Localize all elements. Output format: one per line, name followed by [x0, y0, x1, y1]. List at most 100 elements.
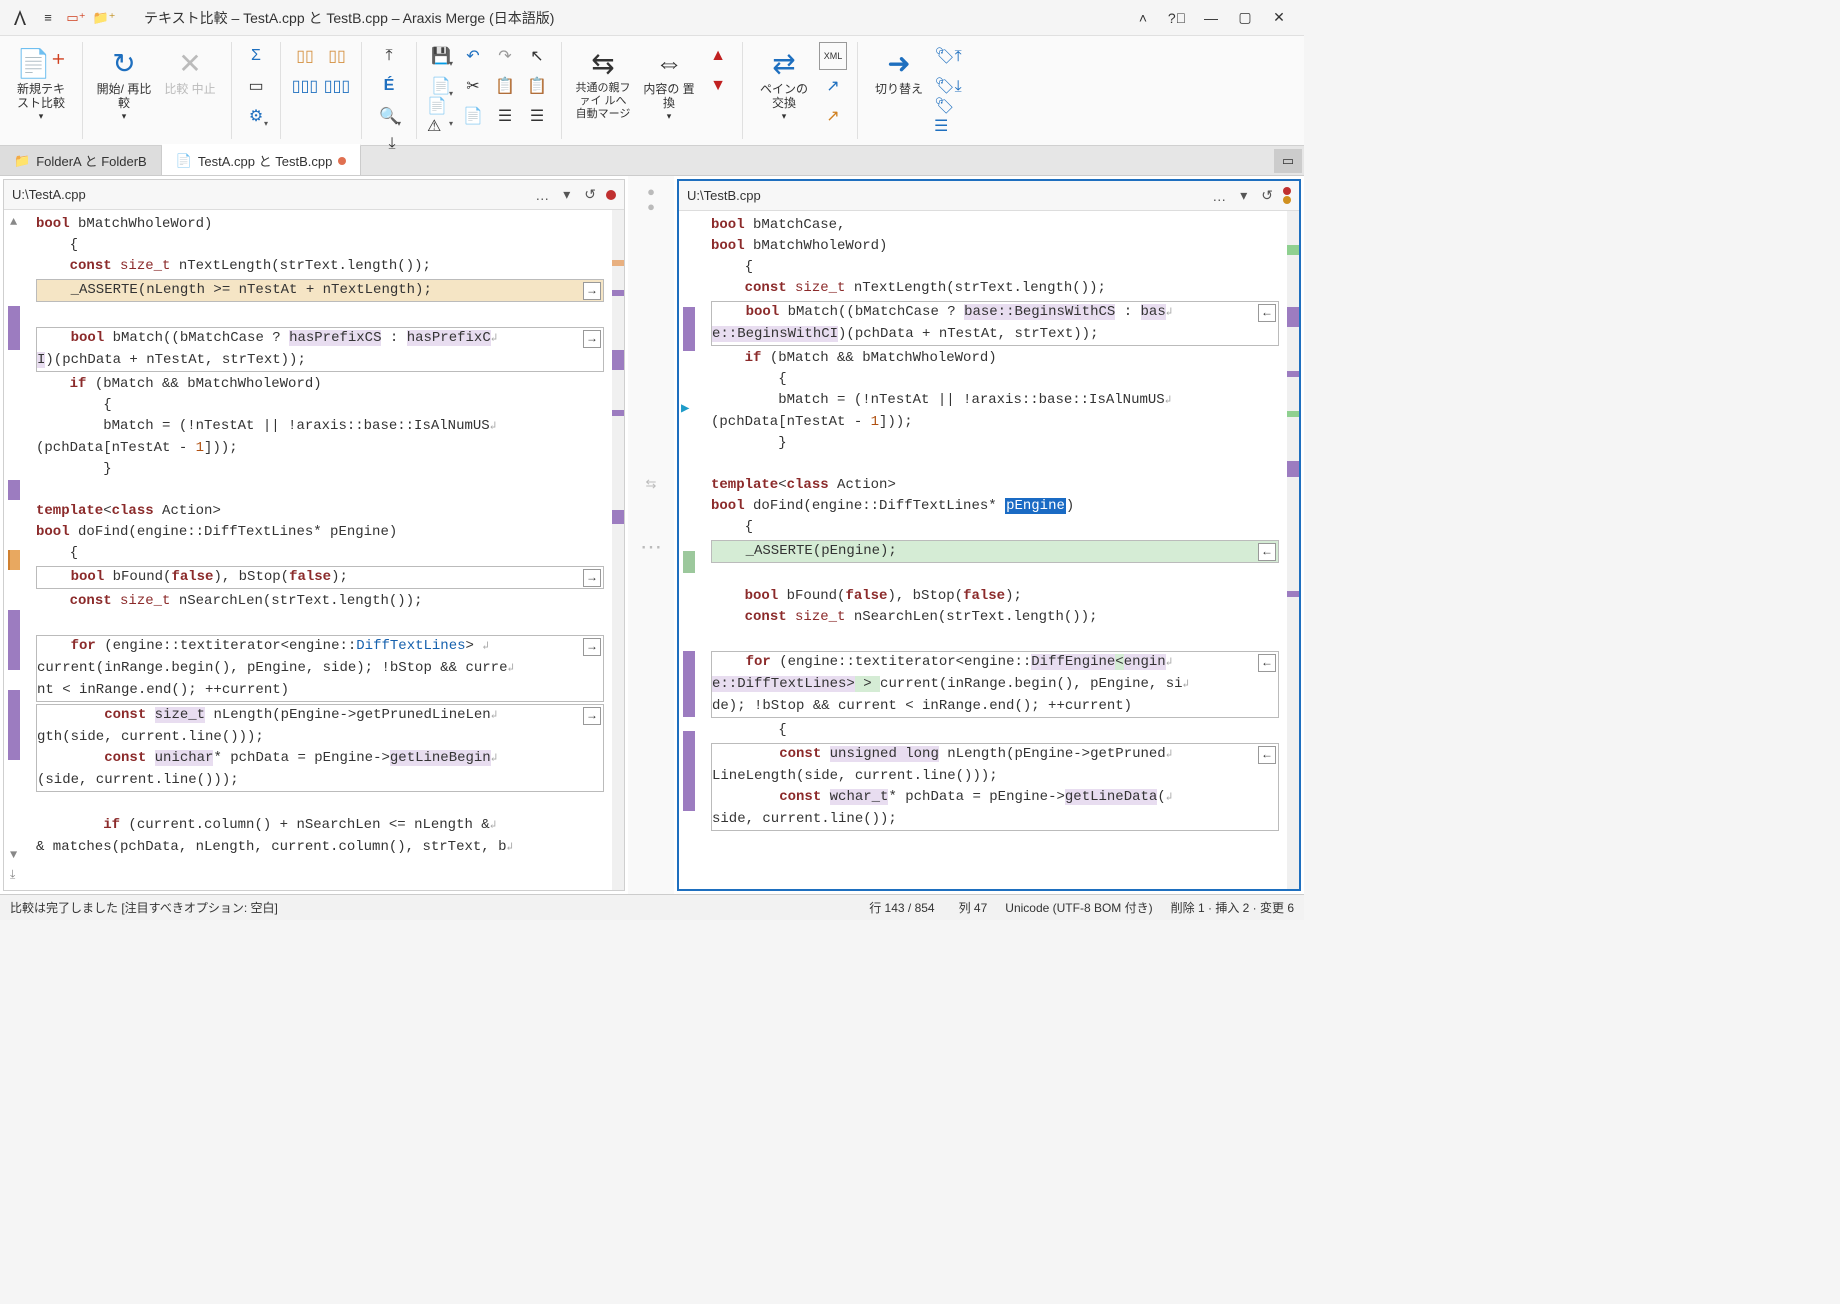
left-code-view[interactable]: ▲ ▼ ⤓ bool bMatchWholeWord) { const size… [4, 210, 624, 890]
modified-dot-icon [338, 157, 346, 165]
switch-button[interactable]: ➜切り替え [868, 42, 930, 130]
replace-content-button[interactable]: ⇔内容の 置換▾ [638, 42, 700, 124]
cursor-icon[interactable]: ↖ [523, 42, 551, 70]
export-orange-icon[interactable]: ↗ [819, 102, 847, 130]
left-pane-header: U:\TestA.cpp … ▾ ↺ [4, 180, 624, 210]
blank-doc-icon[interactable]: ▭ [242, 72, 270, 100]
numbered-list-icon[interactable]: ☰ [523, 102, 551, 130]
merge-right-button[interactable]: → [583, 330, 601, 348]
left-pane: U:\TestA.cpp … ▾ ↺ ▲ ▼ ⤓ [3, 179, 625, 891]
diff-block-changed: → bool bMatch((bMatchCase ? hasPrefixCS … [36, 327, 604, 372]
search-icon[interactable]: 🔍 [375, 102, 403, 130]
ribbon-toolbar: 📄⁺新規テキ スト比較▾ ↻開始/ 再比較▾ ✕比較 中止 Σ ▭ ⚙ ▯▯ ▯… [0, 36, 1304, 146]
history-icon[interactable]: ↺ [580, 186, 600, 203]
dropdown-icon[interactable]: ▾ [559, 186, 574, 203]
paste-icon[interactable]: 📋 [523, 72, 551, 100]
help-icon[interactable]: ?⃝ [1160, 4, 1194, 32]
merge-left-button[interactable]: ← [1258, 746, 1276, 764]
panel-layout-icon[interactable]: ▭ [1274, 149, 1302, 173]
dropdown-icon[interactable]: ▾ [1236, 187, 1251, 204]
right-file-path[interactable]: U:\TestB.cpp [687, 188, 1202, 203]
diff-block-changed: → for (engine::textiterator<engine::Diff… [36, 635, 604, 702]
cut-icon[interactable]: ✂ [459, 72, 487, 100]
encoding-label: Unicode (UTF-8 BOM 付き) [1005, 899, 1152, 916]
tab-folder-compare[interactable]: 📁 FolderA と FolderB [0, 146, 162, 175]
tag-top-icon[interactable]: 🏷⤒ [934, 42, 962, 70]
hamburger-icon[interactable]: ≡ [36, 6, 60, 30]
compare-workarea: U:\TestA.cpp … ▾ ↺ ▲ ▼ ⤓ [0, 176, 1304, 894]
merge-right-button[interactable]: → [583, 707, 601, 725]
new-doc-icon[interactable]: ▭⁺ [64, 6, 88, 30]
two-pane-orange-icon[interactable]: ▯▯ [323, 42, 351, 70]
diff-linker: ● ● ⋯ ⇆ [628, 176, 674, 894]
stop-compare-button: ✕比較 中止 [159, 42, 221, 124]
up-red-icon[interactable]: ▲ [704, 42, 732, 70]
right-pane-header: U:\TestB.cpp … ▾ ↺ [679, 181, 1299, 211]
tab-label: TestA.cpp と TestB.cpp [198, 151, 332, 170]
list-icon[interactable]: ☰ [491, 102, 519, 130]
diff-block-changed: ← const unsigned long nLength(pEngine->g… [711, 743, 1279, 831]
left-scroll-overview[interactable] [612, 210, 624, 890]
status-bar: 比較は完了しました [注目すべきオプション: 空白] 行 143 / 854 列… [0, 894, 1304, 920]
automerge-button[interactable]: ⇆共通の親ファイ ルへ自動マージ [572, 42, 634, 124]
diff-block-context: → bool bFound(false), bStop(false); [36, 566, 604, 589]
left-file-path[interactable]: U:\TestA.cpp [12, 187, 525, 202]
merge-left-button[interactable]: ← [1258, 654, 1276, 672]
new-text-compare-button[interactable]: 📄⁺新規テキ スト比較▾ [10, 42, 72, 124]
more-icon[interactable]: … [531, 187, 553, 203]
down-red-icon[interactable]: ▼ [704, 72, 732, 100]
gear-icon[interactable]: ⚙ [242, 102, 270, 130]
status-dot-orange-icon [1283, 196, 1291, 204]
right-code-view[interactable]: ▶ bool bMatchCase,bool bMatchWholeWord) … [679, 211, 1299, 889]
change-summary: 削除 1 · 挿入 2 · 変更 6 [1171, 899, 1294, 916]
document-icon: 📄 [176, 153, 192, 169]
merge-left-button[interactable]: ← [1258, 543, 1276, 561]
merge-right-button[interactable]: → [583, 569, 601, 587]
minimize-icon[interactable]: — [1194, 4, 1228, 32]
maximize-icon[interactable]: ▢ [1228, 4, 1262, 32]
xml-icon[interactable]: XML [819, 42, 847, 70]
app-logo-icon [8, 6, 32, 30]
diff-block-removed: → _ASSERTE(nLength >= nTestAt + nTextLen… [36, 279, 604, 302]
tag-list-icon[interactable]: 🏷☰ [934, 102, 962, 130]
folder-icon: 📁 [14, 153, 30, 169]
doc-warn-icon[interactable]: 📄⚠ [427, 102, 455, 130]
swap-panes-button[interactable]: ⇄ペインの 交換▾ [753, 42, 815, 130]
tab-text-compare[interactable]: 📄 TestA.cpp と TestB.cpp [162, 144, 362, 175]
right-scroll-overview[interactable] [1287, 211, 1299, 889]
undo-icon[interactable]: ↶ [459, 42, 487, 70]
diff-block-changed: ← bool bMatch((bMatchCase ? base::Begins… [711, 301, 1279, 346]
more-icon[interactable]: … [1208, 188, 1230, 204]
linker-ellipsis-icon[interactable]: ⋯ [640, 534, 662, 560]
window-title: テキスト比較 – TestA.cpp と TestB.cpp – Araxis … [144, 8, 554, 28]
two-pane-icon[interactable]: ▯▯ [291, 42, 319, 70]
merge-right-button[interactable]: → [583, 282, 601, 300]
status-dot-icon [606, 190, 616, 200]
collapse-ribbon-icon[interactable]: ˄ [1126, 4, 1160, 32]
merge-right-button[interactable]: → [583, 638, 601, 656]
sigma-icon[interactable]: Σ [242, 42, 270, 70]
history-icon[interactable]: ↺ [1257, 187, 1277, 204]
doc-blue-icon[interactable]: 📄 [459, 102, 487, 130]
new-folder-icon[interactable]: 📁⁺ [92, 6, 116, 30]
merge-left-button[interactable]: ← [1258, 304, 1276, 322]
diff-block-changed: → const size_t nLength(pEngine->getPrune… [36, 704, 604, 792]
tab-strip: 📁 FolderA と FolderB 📄 TestA.cpp と TestB.… [0, 146, 1304, 176]
three-pane-blue-icon[interactable]: ▯▯▯ [323, 72, 351, 100]
save-icon[interactable]: 💾 [427, 42, 455, 70]
tab-label: FolderA と FolderB [36, 151, 147, 170]
right-pane: U:\TestB.cpp … ▾ ↺ ▶ [677, 179, 1301, 891]
bottom-section-icon[interactable]: ⤓ [378, 130, 406, 158]
three-pane-icon[interactable]: ▯▯▯ [291, 72, 319, 100]
e-accent-icon[interactable]: É [375, 72, 403, 100]
title-bar: ≡ ▭⁺ 📁⁺ テキスト比較 – TestA.cpp と TestB.cpp –… [0, 0, 1304, 36]
diff-block-added: ← _ASSERTE(pEngine); [711, 540, 1279, 563]
export-blue-icon[interactable]: ↗ [819, 72, 847, 100]
diff-block-changed: ← for (engine::textiterator<engine::Diff… [711, 651, 1279, 718]
clipboard-icon[interactable]: 📋 [491, 72, 519, 100]
redo-icon[interactable]: ↷ [491, 42, 519, 70]
close-icon[interactable]: ✕ [1262, 4, 1296, 32]
start-compare-button[interactable]: ↻開始/ 再比較▾ [93, 42, 155, 124]
top-section-icon[interactable]: ⤒ [375, 42, 403, 70]
cursor-position: 行 143 / 854 列 47 [869, 899, 987, 916]
